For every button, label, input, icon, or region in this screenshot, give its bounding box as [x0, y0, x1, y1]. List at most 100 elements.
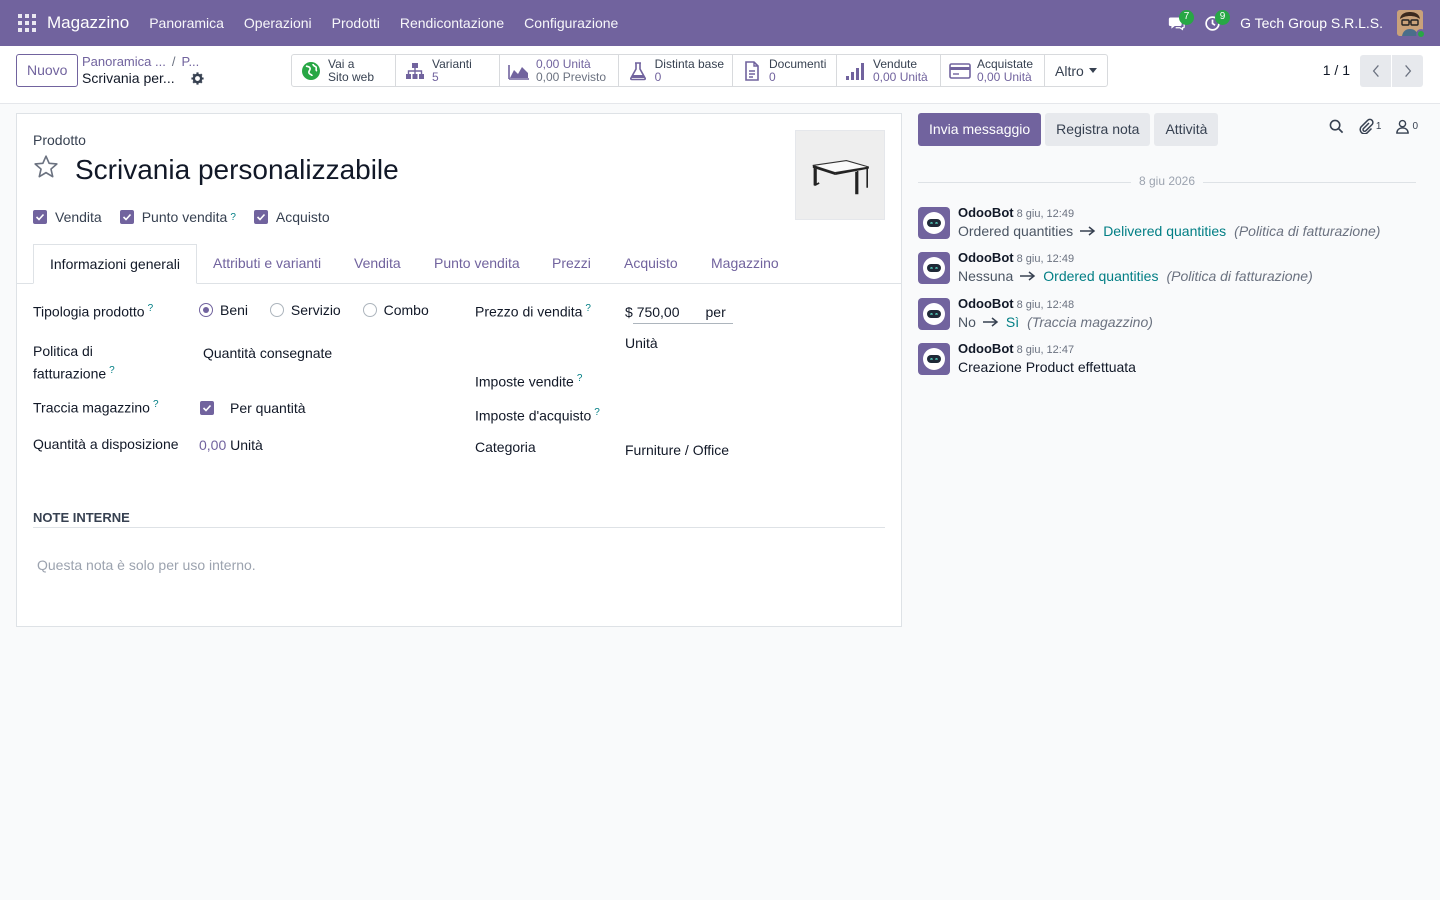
on-hand-smart-button[interactable]: 0,00 Unità 0,00 Previsto [500, 55, 619, 86]
old-value: Ordered quantities [958, 223, 1074, 239]
activities-button[interactable]: 9 [1194, 0, 1231, 46]
purchased-smart-button[interactable]: Acquistate 0,00 Unità [941, 55, 1045, 86]
tab-punto-vendita[interactable]: Punto vendita [434, 244, 520, 284]
product-type-radio-group: Beni Servizio Combo [199, 302, 429, 318]
send-message-button[interactable]: Invia messaggio [918, 113, 1042, 146]
tracking-change: No Sì (Traccia magazzino) [958, 314, 1153, 330]
tracking-select[interactable]: Per quantità [230, 400, 306, 416]
odoobot-avatar[interactable] [918, 298, 950, 330]
help-tooltip-icon[interactable]: ? [153, 399, 159, 410]
apps-grid-icon[interactable] [18, 14, 36, 32]
menu-rendicontazione[interactable]: Rendicontazione [390, 15, 514, 31]
purchase-ok-checkbox[interactable]: Acquisto [253, 209, 330, 225]
arrow-right-icon [1080, 226, 1096, 236]
sale-price-value: $ 750,00 per [625, 304, 726, 320]
product-image[interactable] [795, 130, 885, 220]
product-options-row: Vendita Punto vendita? Acquisto [33, 209, 348, 225]
chevron-left-icon [1372, 64, 1379, 78]
sale-price-uom[interactable]: Unità [625, 335, 658, 351]
attachments-button[interactable]: 1 [1358, 118, 1381, 134]
pager-next-button[interactable] [1392, 55, 1423, 87]
followers-button[interactable]: 0 [1395, 119, 1418, 134]
breadcrumb-middle[interactable]: P... [181, 54, 199, 69]
pager-value[interactable]: 1 / 1 [1323, 62, 1350, 78]
variants-smart-button[interactable]: Varianti 5 [396, 55, 500, 86]
track-inventory-checkbox[interactable]: Per quantità [200, 400, 306, 416]
radio-servizio[interactable]: Servizio [269, 302, 341, 318]
product-name-field[interactable]: Scrivania personalizzabile [75, 154, 399, 186]
sale-ok-checkbox[interactable]: Vendita [33, 209, 102, 225]
record-name: Scrivania per... [82, 70, 175, 86]
new-value: Sì [1005, 314, 1020, 330]
tab-attributi-varianti[interactable]: Attributi e varianti [213, 244, 321, 284]
tab-vendita[interactable]: Vendita [354, 244, 401, 284]
help-tooltip-icon[interactable]: ? [148, 303, 154, 314]
new-button[interactable]: Nuovo [16, 54, 79, 87]
pager-previous-button[interactable] [1360, 55, 1391, 87]
message-author: OdooBot 8 giu, 12:47 [958, 341, 1075, 356]
purchase-ok-label: Acquisto [275, 209, 330, 225]
company-switcher[interactable]: G Tech Group S.R.L.S. [1240, 15, 1383, 31]
on-hand-quantity: 0,00 Unità [536, 56, 591, 71]
desk-image-icon [812, 160, 869, 195]
radio-beni[interactable]: Beni [199, 302, 248, 318]
bom-count: 0 [654, 69, 662, 84]
menu-configurazione[interactable]: Configurazione [514, 15, 628, 31]
sold-smart-button[interactable]: Vendute 0,00 Unità [837, 55, 941, 86]
user-avatar[interactable] [1397, 10, 1426, 39]
control-panel: Nuovo Panoramica ... / P... Scrivania per.… [0, 46, 1440, 104]
product-type-label: Tipologia prodotto? [33, 303, 154, 320]
menu-operazioni[interactable]: Operazioni [234, 15, 322, 31]
log-note-button[interactable]: Registra nota [1045, 113, 1151, 146]
robot-face-icon [923, 212, 945, 234]
purchased-label: Acquistate [977, 56, 1034, 71]
area-chart-icon [508, 60, 530, 82]
smart-buttons: Vai a Sito web Varianti 5 0,00 Unità 0,00 P… [291, 54, 1108, 87]
help-tooltip-icon[interactable]: ? [230, 212, 236, 223]
odoobot-avatar[interactable] [918, 207, 950, 239]
sale-price-label: Prezzo di vendita? [475, 303, 591, 320]
message-author: OdooBot 8 giu, 12:49 [958, 250, 1075, 265]
tab-informazioni-generali[interactable]: Informazioni generali [33, 244, 197, 284]
tracked-field: (Politica di fatturazione) [1234, 223, 1381, 239]
breadcrumb-parent[interactable]: Panoramica ... [82, 54, 166, 69]
help-tooltip-icon[interactable]: ? [577, 373, 583, 384]
more-dropdown[interactable]: Altro [1045, 55, 1107, 86]
website-smart-button[interactable]: Vai a Sito web [292, 55, 396, 86]
odoobot-avatar[interactable] [918, 252, 950, 284]
gear-icon[interactable] [191, 72, 204, 85]
category-value[interactable]: Furniture / Office [625, 442, 729, 458]
messaging-button[interactable]: 7 [1158, 0, 1195, 46]
tab-prezzi[interactable]: Prezzi [552, 244, 591, 284]
product-label: Prodotto [33, 132, 86, 148]
qty-available-value[interactable]: 0,00 Unità [199, 437, 263, 453]
tab-acquisto[interactable]: Acquisto [624, 244, 678, 284]
sale-taxes-label: Imposte vendite? [475, 373, 583, 390]
help-tooltip-icon[interactable]: ? [585, 303, 591, 314]
tab-magazzino[interactable]: Magazzino [711, 244, 779, 284]
forecast-quantity: 0,00 Previsto [536, 69, 607, 84]
help-tooltip-icon[interactable]: ? [109, 365, 115, 376]
message-author: OdooBot 8 giu, 12:48 [958, 296, 1075, 311]
arrow-right-icon [1020, 271, 1036, 281]
more-label: Altro [1055, 62, 1084, 79]
robot-face-icon [923, 348, 945, 370]
internal-notes-editor[interactable]: Questa nota è solo per uso interno. [37, 557, 256, 573]
favorite-star-icon[interactable] [33, 154, 59, 180]
new-value: Delivered quantities [1103, 223, 1227, 239]
main-menu: Panoramica Operazioni Prodotti Rendicont… [139, 15, 628, 31]
search-messages-button[interactable] [1329, 119, 1344, 134]
invoice-policy-select[interactable]: Quantità consegnate [203, 345, 332, 361]
menu-panoramica[interactable]: Panoramica [139, 15, 234, 31]
menu-prodotti[interactable]: Prodotti [322, 15, 390, 31]
old-value: Nessuna [958, 268, 1014, 284]
radio-combo[interactable]: Combo [362, 302, 429, 318]
pos-checkbox[interactable]: Punto vendita? [119, 209, 236, 225]
activities-button[interactable]: Attività [1154, 113, 1219, 146]
tracked-field: (Traccia magazzino) [1027, 314, 1153, 330]
help-tooltip-icon[interactable]: ? [594, 407, 600, 418]
odoobot-avatar[interactable] [918, 343, 950, 375]
documents-smart-button[interactable]: Documenti 0 [733, 55, 837, 86]
bom-smart-button[interactable]: Distinta base 0 [619, 55, 733, 86]
app-name[interactable]: Magazzino [47, 13, 129, 33]
